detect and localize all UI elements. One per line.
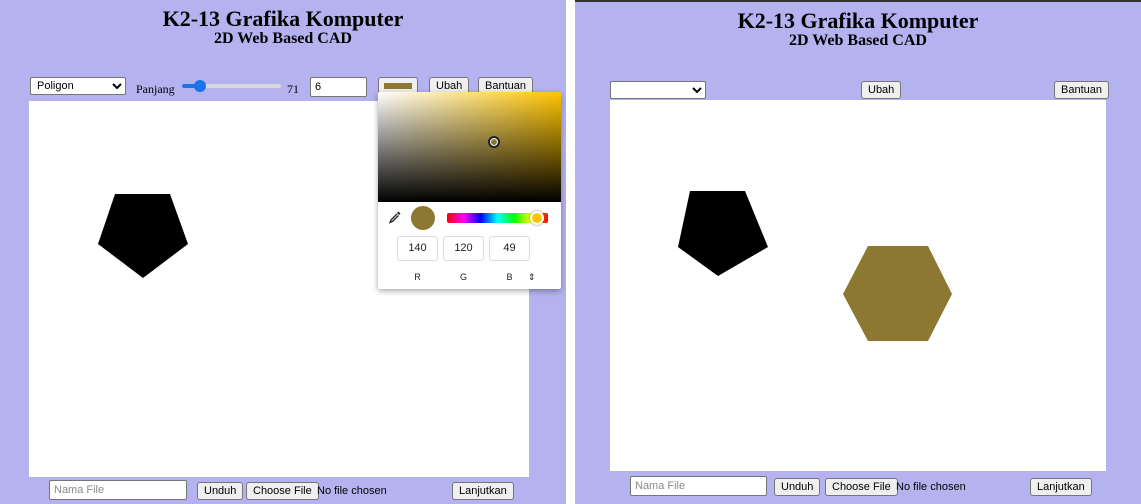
color-swatch — [384, 83, 412, 89]
pentagon-shape[interactable] — [678, 191, 768, 276]
sides-input[interactable] — [310, 77, 367, 97]
slider-thumb[interactable] — [194, 80, 206, 92]
filename-input[interactable] — [630, 476, 767, 496]
choose-file-button[interactable]: Choose File — [825, 478, 898, 496]
shape-select[interactable]: Poligon — [30, 77, 126, 95]
lanjutkan-button[interactable]: Lanjutkan — [1030, 478, 1092, 496]
eyedropper-icon[interactable] — [388, 210, 402, 224]
blue-label: B — [506, 272, 513, 282]
left-app-panel: K2-13 Grafika Komputer 2D Web Based CAD … — [0, 0, 566, 504]
shape-select[interactable] — [610, 81, 706, 99]
page-title: K2-13 Grafika Komputer — [737, 8, 979, 33]
unduh-button[interactable]: Unduh — [774, 478, 821, 496]
file-status-text: No file chosen — [896, 481, 966, 493]
blue-value-input[interactable]: 49 — [489, 236, 530, 261]
color-picker-popup[interactable]: 140 120 49 R G B ⇕ — [378, 92, 561, 289]
canvas-svg — [678, 191, 952, 341]
lanjutkan-button[interactable]: Lanjutkan — [452, 482, 514, 500]
sv-black-layer — [378, 92, 561, 202]
green-value-input[interactable]: 120 — [443, 236, 484, 261]
unduh-button[interactable]: Unduh — [197, 482, 244, 500]
length-slider[interactable] — [182, 79, 281, 93]
drawing-canvas[interactable] — [610, 100, 1106, 471]
bantuan-button[interactable]: Bantuan — [1054, 81, 1109, 99]
ubah-button[interactable]: Ubah — [861, 81, 902, 99]
red-value-input[interactable]: 140 — [397, 236, 438, 261]
length-value: 71 — [287, 82, 299, 96]
pentagon-shape[interactable] — [98, 194, 188, 278]
up-down-arrows-icon[interactable]: ⇕ — [528, 272, 536, 283]
selected-color-preview — [411, 206, 435, 230]
red-label: R — [414, 272, 421, 282]
page-subtitle: 2D Web Based CAD — [214, 30, 352, 47]
length-label: Panjang — [136, 82, 175, 96]
saturation-value-area[interactable] — [378, 92, 561, 202]
sv-handle[interactable] — [488, 136, 500, 148]
choose-file-button[interactable]: Choose File — [246, 482, 319, 500]
hue-slider-thumb[interactable] — [530, 211, 544, 225]
page-title: K2-13 Grafika Komputer — [162, 6, 404, 31]
page-subtitle: 2D Web Based CAD — [789, 32, 927, 49]
green-label: G — [459, 272, 467, 282]
filename-input[interactable] — [49, 480, 187, 500]
hexagon-shape[interactable] — [843, 246, 952, 341]
file-status-text: No file chosen — [317, 485, 387, 497]
right-app-panel: K2-13 Grafika Komputer 2D Web Based CAD … — [575, 0, 1141, 504]
